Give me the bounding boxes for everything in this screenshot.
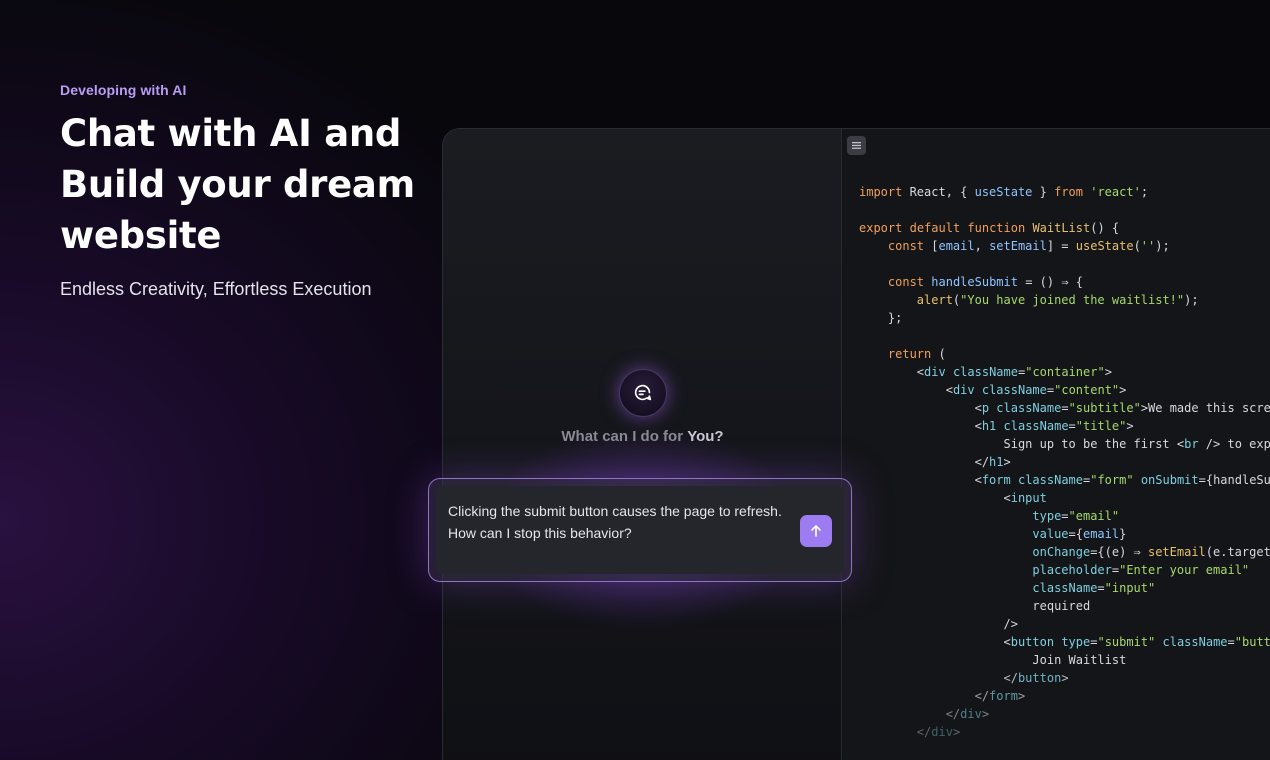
subheadline: Endless Creativity, Effortless Execution [60, 279, 372, 299]
headline-line-2: Build your dream [60, 163, 415, 206]
code-line: import React, { useState } from 'react'; [859, 185, 1149, 199]
code-line: <form className="form" onSubmit={handleS… [974, 473, 1270, 487]
code-line: alert("You have joined the waitlist!"); [916, 293, 1199, 307]
prompt-title-bright: You? [687, 428, 724, 445]
code-toolbar [843, 129, 1270, 161]
code-editor-pane: import React, { useState } from 'react';… [843, 129, 1270, 760]
code-line: const [email, setEmail] = useState(''); [887, 239, 1170, 253]
composer-input-area[interactable]: Clicking the submit button causes the pa… [436, 486, 844, 574]
code-line: className="input" [1032, 581, 1156, 595]
composer-message: Clicking the submit button causes the pa… [448, 500, 793, 544]
chat-sparkle-icon [619, 369, 667, 417]
code-line: required [859, 599, 1091, 613]
code-block: import React, { useState } from 'react';… [859, 183, 1270, 741]
code-line: <div className="container"> [916, 365, 1112, 379]
code-line: }; [859, 311, 903, 325]
code-line: export default function WaitList() { [859, 221, 1120, 235]
code-line: <button type="submit" className="butto [1003, 635, 1270, 649]
code-line: onChange={(e) ⇒ setEmail(e.target [1032, 545, 1270, 559]
chat-pane: What can I do for You? [443, 129, 842, 760]
code-line: type="email" [1032, 509, 1120, 523]
composer-line-2: How can I stop this behavior? [448, 525, 632, 541]
code-line: </div> [916, 725, 961, 739]
menu-icon[interactable] [847, 135, 866, 155]
code-line: value={email} [1032, 527, 1127, 541]
headline: Chat with AI and Build your dream websit… [60, 108, 440, 261]
code-line: return ( [887, 347, 946, 361]
code-line: </form> [974, 689, 1026, 703]
code-line: <div className="content"> [945, 383, 1127, 397]
app-window-preview: What can I do for You? import React, { u… [442, 128, 1270, 760]
headline-line-1: Chat with AI and [60, 112, 402, 155]
hero-section: Developing with AI Chat with AI and Buil… [60, 82, 440, 300]
code-line: </div> [945, 707, 990, 721]
code-line: placeholder="Enter your email" [1032, 563, 1250, 577]
headline-line-3: website [60, 214, 222, 257]
code-line: </h1> [974, 455, 1011, 469]
code-line: const handleSubmit = () ⇒ { [887, 275, 1083, 289]
composer-line-1: Clicking the submit button causes the pa… [448, 503, 782, 519]
code-line: /> [859, 617, 1018, 631]
code-line: <p className="subtitle">We made this scr… [974, 401, 1270, 415]
send-button[interactable] [800, 515, 832, 547]
prompt-title-dim: What can I do for [561, 428, 688, 445]
code-line: </button> [1003, 671, 1069, 685]
code-line: <h1 className="title"> [974, 419, 1134, 433]
code-line: Join Waitlist [859, 653, 1127, 667]
eyebrow-label: Developing with AI [60, 82, 187, 98]
prompt-title: What can I do for You? [443, 428, 842, 445]
arrow-up-icon [811, 525, 821, 537]
chat-composer: Clicking the submit button causes the pa… [428, 478, 852, 582]
code-line: <input [1003, 491, 1047, 505]
code-line: Sign up to be the first <br /> to expe [859, 437, 1270, 451]
